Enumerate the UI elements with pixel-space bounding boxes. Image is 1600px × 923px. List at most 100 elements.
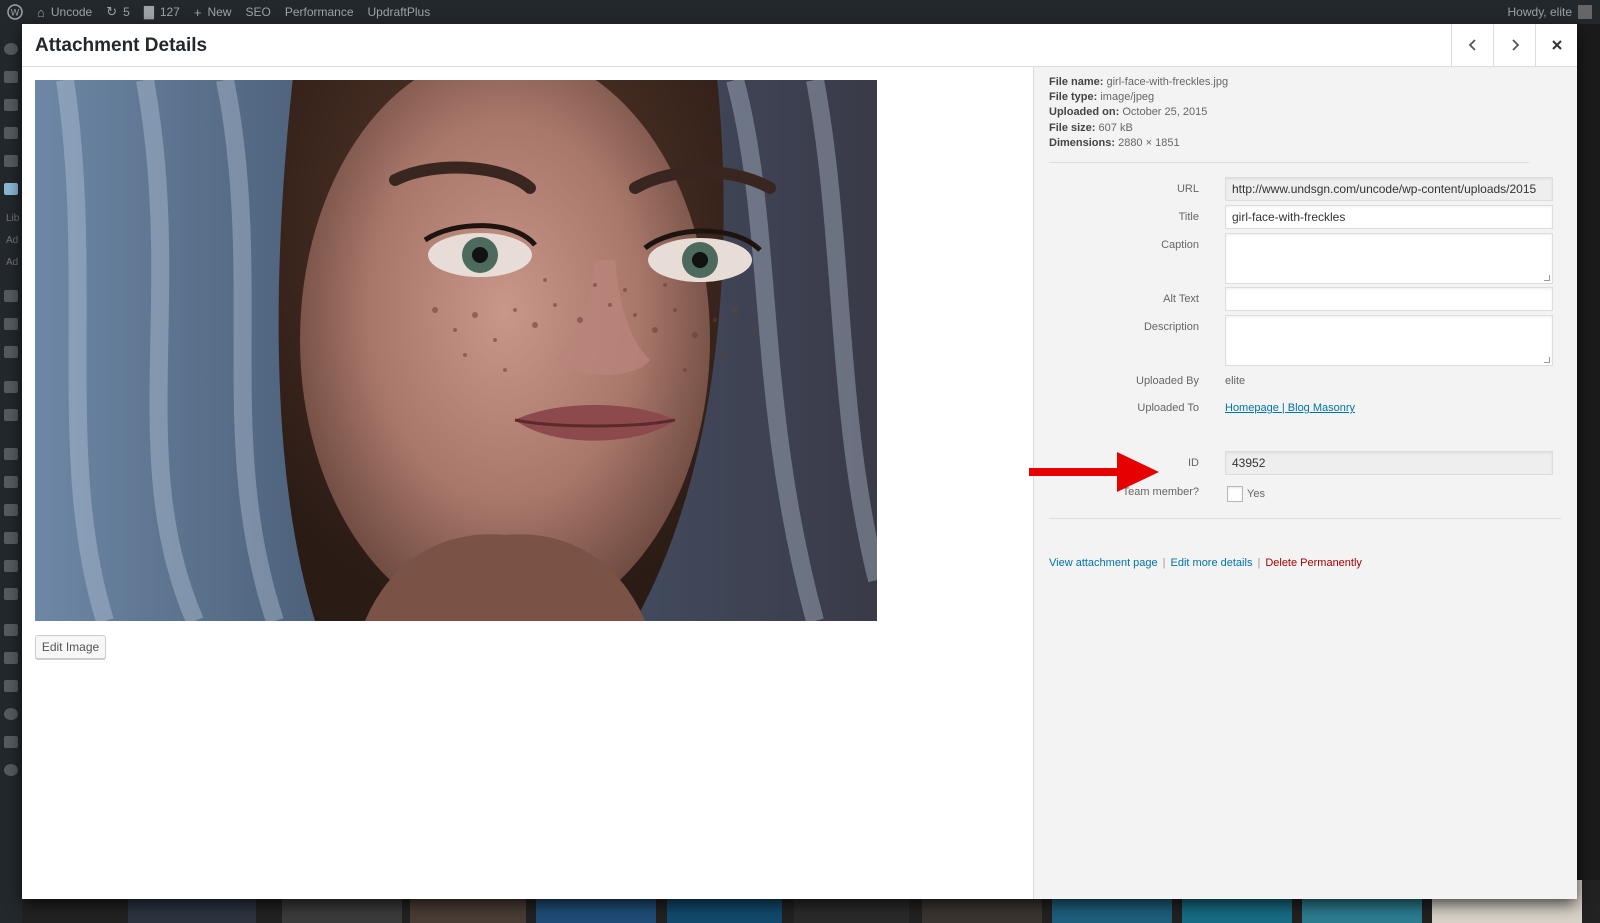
gear-icon[interactable]	[4, 736, 18, 748]
uploaded-to-label: Uploaded To	[1137, 402, 1199, 414]
url-input[interactable]: http://www.undsgn.com/uncode/wp-content/…	[1225, 177, 1553, 201]
svg-text:W: W	[11, 9, 20, 19]
close-icon	[1551, 40, 1562, 50]
refresh-icon[interactable]	[4, 708, 18, 720]
plus-icon: +	[193, 4, 202, 20]
url-label: URL	[1176, 183, 1199, 195]
brush-icon[interactable]	[4, 448, 18, 460]
tools-icon[interactable]	[4, 532, 18, 544]
uploaded-by-value: elite	[1225, 375, 1246, 387]
resize-handle-icon[interactable]	[1544, 275, 1550, 281]
gallery-icon[interactable]	[4, 680, 18, 692]
uploaded-by-label: Uploaded By	[1136, 375, 1199, 387]
file-type-label: File type:	[1049, 91, 1098, 104]
divider	[1049, 162, 1529, 163]
attachment-image	[35, 80, 877, 621]
separator: |	[1257, 557, 1261, 569]
chevron-right-icon	[1511, 39, 1519, 51]
description-label: Description	[1143, 321, 1199, 333]
alt-text-label: Alt Text	[1163, 293, 1199, 305]
admin-bar: W ⌂ Uncode ↻ 5 ▇ 127 + New SEO Performan…	[0, 0, 1600, 24]
view-attachment-page-link[interactable]: View attachment page	[1049, 557, 1158, 569]
uploaded-on: October 25, 2015	[1122, 106, 1208, 119]
attachment-actions: View attachment page | Edit more details | D…	[1049, 557, 1362, 569]
comments-link[interactable]: ▇ 127	[137, 0, 187, 24]
slider-icon[interactable]	[4, 381, 18, 393]
file-name-label: File name:	[1049, 76, 1104, 88]
id-label: ID	[1188, 457, 1199, 469]
chevron-left-icon	[1468, 39, 1476, 51]
file-size: 607 kB	[1098, 121, 1133, 134]
layers-icon[interactable]	[4, 71, 18, 83]
panel-icon[interactable]	[4, 588, 18, 600]
mail-icon[interactable]	[4, 346, 18, 358]
id-input[interactable]: 43952	[1225, 451, 1553, 475]
grid-icon[interactable]	[4, 127, 18, 139]
attachment-media-view: Edit Image	[22, 67, 1033, 899]
users-icon[interactable]	[4, 504, 18, 516]
file-size-label: File size:	[1049, 121, 1096, 134]
performance-link[interactable]: Performance	[278, 0, 361, 24]
admin-menu: Lib Ad Ad	[0, 24, 22, 923]
title-label: Title	[1178, 211, 1199, 223]
comment-icon: ▇	[143, 4, 154, 19]
updraftplus-link[interactable]: UpdraftPlus	[361, 0, 438, 24]
file-type: image/jpeg	[1100, 91, 1155, 104]
camera-icon[interactable]	[4, 652, 18, 664]
wordpress-logo-icon[interactable]: W	[0, 0, 30, 24]
avatar	[1578, 5, 1592, 19]
dashboard-icon[interactable]	[4, 43, 18, 55]
close-button[interactable]	[1535, 24, 1577, 66]
pin-icon[interactable]	[4, 99, 18, 111]
collapse-icon[interactable]	[4, 764, 18, 776]
refresh-icon: ↻	[106, 4, 118, 19]
seo-link[interactable]: SEO	[238, 0, 277, 24]
file-details: File name: girl-face-with-freckles.jpg F…	[1049, 75, 1228, 151]
menu-fragment-add-2[interactable]: Ad	[6, 257, 18, 268]
updates-link[interactable]: ↻ 5	[99, 0, 137, 24]
menu-fragment-add[interactable]: Ad	[6, 235, 18, 246]
alt-text-input[interactable]	[1225, 287, 1553, 311]
separator: |	[1162, 557, 1166, 569]
uploaded-to-link[interactable]: Homepage | Blog Masonry	[1225, 402, 1355, 414]
description-textarea[interactable]	[1225, 315, 1553, 366]
comments-count: 127	[159, 5, 180, 19]
resize-handle-icon[interactable]	[1544, 357, 1550, 363]
title-input[interactable]: girl-face-with-freckles	[1225, 205, 1553, 229]
settings-icon[interactable]	[4, 560, 18, 572]
home-icon: ⌂	[37, 4, 45, 20]
dimensions-label: Dimensions:	[1049, 136, 1116, 149]
team-member-option-label[interactable]: Yes	[1247, 488, 1265, 500]
caption-label: Caption	[1161, 239, 1199, 251]
caption-textarea[interactable]	[1225, 233, 1553, 284]
menu-fragment-library[interactable]: Lib	[6, 213, 19, 224]
file-name: girl-face-with-freckles.jpg	[1106, 76, 1229, 88]
dimensions: 2880 × 1851	[1118, 136, 1180, 149]
updates-count: 5	[123, 5, 130, 19]
modal-header: Attachment Details	[22, 24, 1577, 67]
media-icon[interactable]	[4, 183, 18, 195]
my-account-link[interactable]: Howdy, elite	[1508, 5, 1600, 19]
site-name-link[interactable]: ⌂ Uncode	[30, 0, 99, 24]
shield-icon[interactable]	[4, 624, 18, 636]
edit-more-details-link[interactable]: Edit more details	[1171, 557, 1253, 569]
comments-icon[interactable]	[4, 318, 18, 330]
edit-image-button[interactable]: Edit Image	[35, 635, 106, 659]
modal-title: Attachment Details	[35, 35, 208, 56]
new-content-link[interactable]: + New	[187, 0, 239, 24]
uploaded-on-label: Uploaded on:	[1049, 106, 1120, 119]
previous-button[interactable]	[1451, 24, 1493, 66]
next-button[interactable]	[1493, 24, 1535, 66]
new-label: New	[207, 5, 232, 19]
divider	[1049, 518, 1561, 519]
attachment-details-modal: Attachment Details Edit Image File name:…	[22, 24, 1577, 899]
howdy-text: Howdy, elite	[1507, 5, 1572, 19]
site-name: Uncode	[50, 5, 93, 19]
pages-icon[interactable]	[4, 290, 18, 302]
plugin-icon[interactable]	[4, 476, 18, 488]
red-arrow-annotation-icon	[1029, 452, 1159, 492]
cart-icon[interactable]	[4, 409, 18, 421]
team-member-checkbox[interactable]	[1227, 486, 1243, 502]
delete-permanently-link[interactable]: Delete Permanently	[1265, 557, 1362, 569]
list-icon[interactable]	[4, 155, 18, 167]
